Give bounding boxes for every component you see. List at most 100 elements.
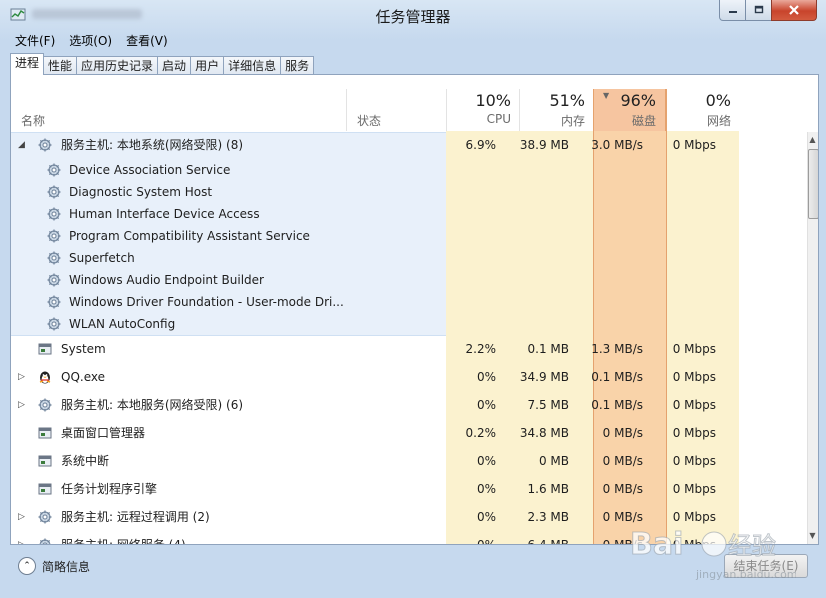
process-name: 桌面窗口管理器 xyxy=(61,426,146,440)
window-icon xyxy=(38,454,52,468)
process-row[interactable]: ▷ QQ.exe 0% 34.9 MB 0.1 MB/s 0 Mbps xyxy=(11,366,806,388)
service-row[interactable]: Human Interface Device Access xyxy=(11,203,806,225)
cpu-value: 0% xyxy=(476,510,496,524)
process-name: QQ.exe xyxy=(61,370,105,384)
network-value: 0 Mbps xyxy=(672,370,716,384)
process-name: 服务主机: 本地服务(网络受限) (6) xyxy=(61,398,244,412)
disk-value: 3.0 MB/s xyxy=(591,138,643,152)
gear-icon xyxy=(47,163,61,177)
close-button[interactable] xyxy=(771,0,817,21)
process-name: Superfetch xyxy=(69,251,135,265)
window-icon xyxy=(38,426,52,440)
penguin-icon xyxy=(38,370,52,384)
scroll-down-arrow-icon[interactable]: ▼ xyxy=(807,531,818,541)
expand-arrow-icon[interactable]: ▷ xyxy=(18,506,25,528)
process-name: 系统中断 xyxy=(61,454,110,468)
memory-value: 38.9 MB xyxy=(519,138,569,152)
process-row[interactable]: 任务计划程序引擎 0% 1.6 MB 0 MB/s 0 Mbps xyxy=(11,478,806,500)
cpu-value: 6.9% xyxy=(465,138,497,152)
process-name: Windows Audio Endpoint Builder xyxy=(69,273,264,287)
minimize-icon xyxy=(728,11,737,13)
gear-icon xyxy=(47,229,61,243)
footer-bar xyxy=(0,544,826,598)
network-value: 0 Mbps xyxy=(672,138,716,152)
process-row[interactable]: ▷ 服务主机: 本地服务(网络受限) (6) 0% 7.5 MB 0.1 MB/s 0 M… xyxy=(11,394,806,416)
service-row[interactable]: Windows Driver Foundation - User-mode Dr… xyxy=(11,291,806,313)
close-icon xyxy=(789,5,799,15)
gear-icon xyxy=(47,273,61,287)
menu-file[interactable]: 文件(F) xyxy=(8,32,62,49)
disk-value: 1.3 MB/s xyxy=(591,342,643,356)
column-name-header[interactable]: 名称 xyxy=(21,112,45,129)
tab-details[interactable]: 详细信息 xyxy=(223,56,282,75)
process-row[interactable]: ◢ 服务主机: 本地系统(网络受限) (8) 6.9% 38.9 MB 3.0 MB/s… xyxy=(11,134,806,156)
gear-icon xyxy=(38,510,52,524)
tab-strip: 进程 性能 应用历史记录 启动 用户 详细信息 服务 xyxy=(10,53,315,75)
network-value: 0 Mbps xyxy=(672,342,716,356)
tab-processes[interactable]: 进程 xyxy=(10,53,45,75)
process-row[interactable]: System 2.2% 0.1 MB 1.3 MB/s 0 Mbps xyxy=(11,338,806,360)
scroll-up-arrow-icon[interactable]: ▲ xyxy=(807,135,818,145)
column-status-header[interactable]: 状态 xyxy=(357,112,381,129)
scrollbar-thumb[interactable] xyxy=(808,149,818,219)
menu-view[interactable]: 查看(V) xyxy=(119,32,175,49)
network-value: 0 Mbps xyxy=(672,426,716,440)
disk-percent: 96% xyxy=(620,91,656,110)
collapse-arrow-icon[interactable]: ◢ xyxy=(18,134,25,156)
tab-startup[interactable]: 启动 xyxy=(157,56,192,75)
process-row[interactable]: 系统中断 0% 0 MB 0 MB/s 0 Mbps xyxy=(11,450,806,472)
maximize-icon xyxy=(754,5,763,14)
end-task-button[interactable]: 结束任务(E) xyxy=(724,554,808,578)
service-row[interactable]: Diagnostic System Host xyxy=(11,181,806,203)
cpu-value: 0% xyxy=(476,454,496,468)
maximize-button[interactable] xyxy=(745,0,772,21)
service-row[interactable]: Device Association Service xyxy=(11,159,806,181)
tab-users[interactable]: 用户 xyxy=(190,56,225,75)
tab-app-history[interactable]: 应用历史记录 xyxy=(76,56,159,75)
cpu-value: 2.2% xyxy=(465,342,497,356)
fewer-details-label: 简略信息 xyxy=(42,559,91,574)
gear-icon xyxy=(47,317,61,331)
process-name: Windows Driver Foundation - User-mode Dr… xyxy=(69,295,344,309)
cpu-value: 0% xyxy=(476,482,496,496)
process-name: 任务计划程序引擎 xyxy=(61,482,158,496)
disk-value: 0 MB/s xyxy=(602,454,643,468)
gear-icon xyxy=(38,398,52,412)
service-row[interactable]: Program Compatibility Assistant Service xyxy=(11,225,806,247)
fewer-details-button[interactable]: ⌃ 简略信息 xyxy=(18,556,90,576)
menu-options[interactable]: 选项(O) xyxy=(62,32,119,49)
column-divider xyxy=(346,89,347,131)
column-network-header[interactable]: 0% 网络 xyxy=(666,89,740,131)
cpu-label: CPU xyxy=(486,112,511,126)
column-cpu-header[interactable]: 10% CPU xyxy=(446,89,520,131)
memory-value: 2.3 MB xyxy=(527,510,569,524)
process-row[interactable]: 桌面窗口管理器 0.2% 34.8 MB 0 MB/s 0 Mbps xyxy=(11,422,806,444)
network-value: 0 Mbps xyxy=(672,454,716,468)
service-row[interactable]: WLAN AutoConfig xyxy=(11,313,806,335)
cpu-value: 0.2% xyxy=(465,426,497,440)
service-row[interactable]: Superfetch xyxy=(11,247,806,269)
column-memory-header[interactable]: 51% 内存 xyxy=(519,89,594,131)
expand-arrow-icon[interactable]: ▷ xyxy=(18,394,25,416)
disk-value: 0 MB/s xyxy=(602,426,643,440)
gear-icon xyxy=(47,185,61,199)
cpu-value: 0% xyxy=(476,398,496,412)
process-name: 服务主机: 本地系统(网络受限) (8) xyxy=(61,138,244,152)
process-list-panel: 名称 状态 10% CPU 51% 内存 96% 磁盘 0% 网络 ▼ ◢ 服务主… xyxy=(10,74,819,545)
memory-value: 0 MB xyxy=(538,454,569,468)
sort-descending-icon: ▼ xyxy=(603,91,610,100)
memory-value: 34.9 MB xyxy=(519,370,569,384)
cpu-value: 0% xyxy=(476,370,496,384)
disk-label: 磁盘 xyxy=(631,114,656,128)
process-row[interactable]: ▷ 服务主机: 远程过程调用 (2) 0% 2.3 MB 0 MB/s 0 Mbps xyxy=(11,506,806,528)
gear-icon xyxy=(47,251,61,265)
process-name: 服务主机: 远程过程调用 (2) xyxy=(61,510,210,524)
expand-arrow-icon[interactable]: ▷ xyxy=(18,366,25,388)
minimize-button[interactable] xyxy=(719,0,746,21)
memory-value: 0.1 MB xyxy=(527,342,569,356)
network-label: 网络 xyxy=(706,114,731,128)
tab-performance[interactable]: 性能 xyxy=(43,56,78,75)
service-row[interactable]: Windows Audio Endpoint Builder xyxy=(11,269,806,291)
title-bar: 任务管理器 xyxy=(0,0,826,30)
tab-services[interactable]: 服务 xyxy=(280,56,315,75)
